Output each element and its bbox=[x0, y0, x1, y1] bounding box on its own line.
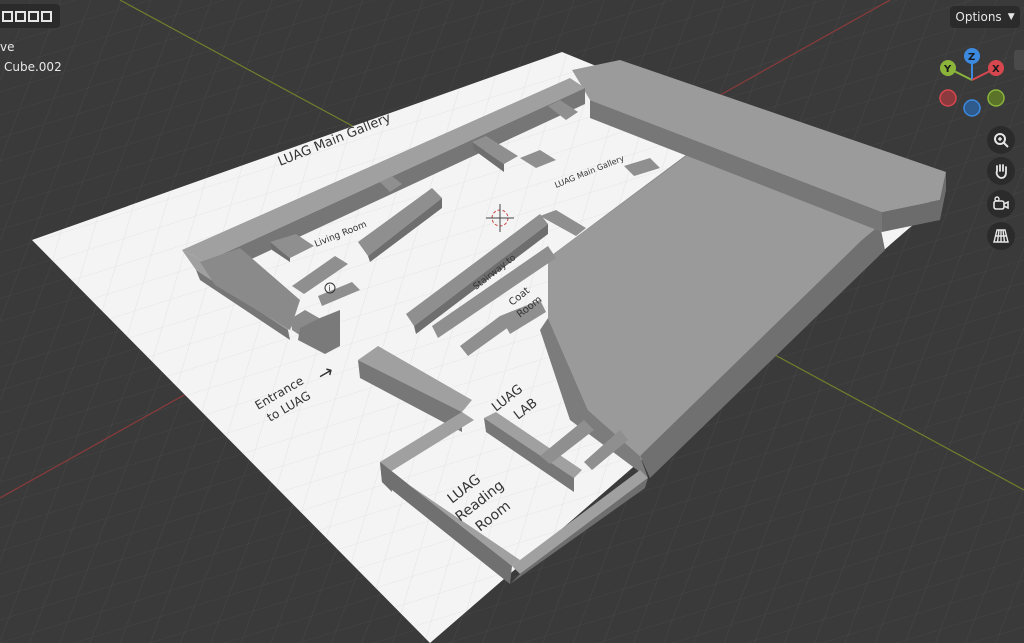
camera-icon bbox=[993, 196, 1009, 210]
sidebar-toggle-tab[interactable] bbox=[1014, 50, 1024, 70]
mode-icon-2[interactable] bbox=[15, 10, 26, 22]
mode-icon-4[interactable] bbox=[41, 10, 52, 22]
hand-pan-icon bbox=[995, 164, 1007, 179]
gizmo-neg-z[interactable] bbox=[963, 99, 981, 117]
gizmo-x-label: X bbox=[992, 64, 1000, 75]
active-object-name: Cube.002 bbox=[4, 60, 62, 74]
zoom-icon bbox=[994, 133, 1009, 148]
camera-view-button[interactable] bbox=[987, 190, 1015, 218]
mode-icon-1[interactable] bbox=[2, 10, 13, 22]
3d-viewport[interactable]: LUAG Main Gallery LUAG Main Gallery Livi… bbox=[0, 0, 1024, 643]
mode-toggle-icons[interactable] bbox=[0, 4, 60, 28]
mode-label: ve bbox=[0, 40, 15, 54]
gizmo-neg-x[interactable] bbox=[939, 89, 957, 107]
zoom-button[interactable] bbox=[987, 126, 1015, 154]
pan-button[interactable] bbox=[987, 157, 1015, 185]
gizmo-z-label: Z bbox=[968, 52, 975, 63]
grid-perspective-icon bbox=[993, 229, 1009, 243]
perspective-toggle-button[interactable] bbox=[987, 222, 1015, 250]
info-symbol: i bbox=[329, 284, 331, 293]
mode-icon-3[interactable] bbox=[28, 10, 39, 22]
chevron-down-icon: ▼ bbox=[1007, 12, 1015, 22]
gizmo-y-label: Y bbox=[943, 64, 952, 75]
gizmo-neg-y[interactable] bbox=[987, 89, 1005, 107]
options-button[interactable]: Options ▼ bbox=[950, 6, 1020, 28]
options-label: Options bbox=[955, 10, 1002, 24]
